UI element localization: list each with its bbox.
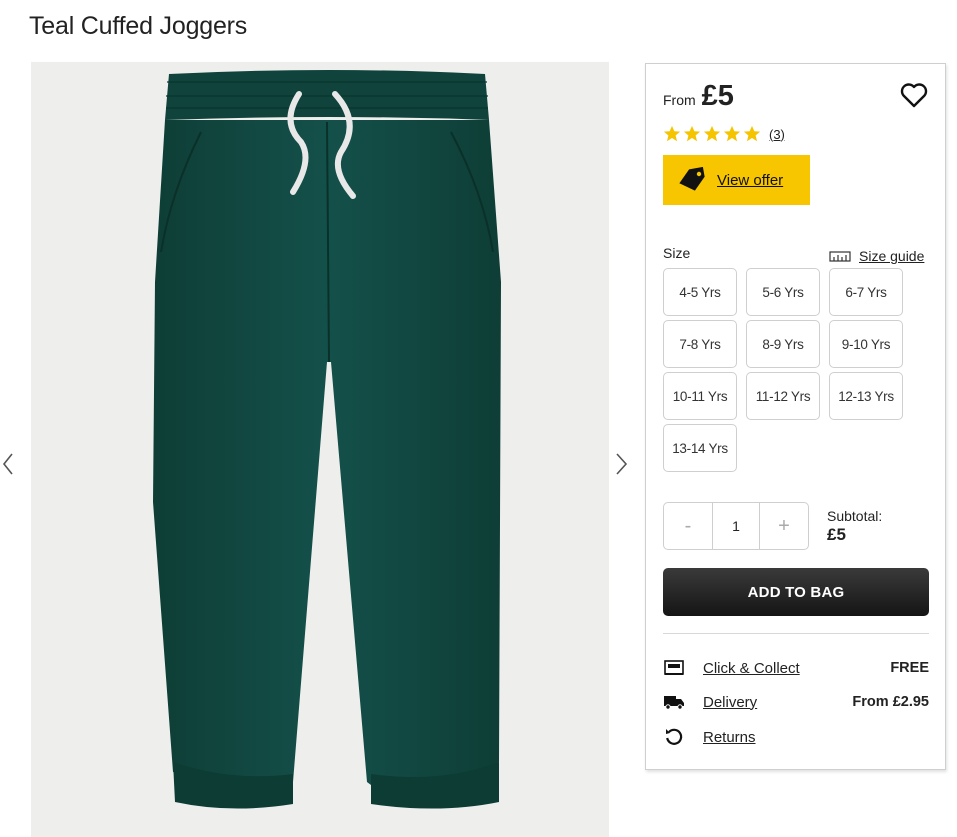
size-guide-label: Size guide: [859, 248, 925, 264]
size-label: Size: [663, 245, 691, 261]
price: £5: [701, 80, 734, 112]
joggers-photo: [153, 70, 501, 809]
returns-link[interactable]: Returns: [703, 729, 756, 746]
quantity-stepper: - 1 +: [663, 502, 809, 550]
size-guide-link[interactable]: Size guide: [829, 248, 924, 264]
subtotal-label: Subtotal:: [827, 508, 883, 524]
star-icon: [663, 125, 681, 142]
product-title: Teal Cuffed Joggers: [29, 12, 248, 40]
price-tag-icon: [679, 167, 705, 191]
click-collect-link[interactable]: Click & Collect: [703, 660, 800, 677]
subtotal-value: £5: [827, 525, 846, 544]
quantity-decrease-button[interactable]: -: [664, 503, 712, 549]
star-icon: [723, 125, 741, 142]
star-icon: [683, 125, 701, 142]
size-option-6-7[interactable]: 6-7 Yrs: [829, 268, 903, 316]
size-option-4-5[interactable]: 4-5 Yrs: [663, 268, 737, 316]
add-to-bag-button[interactable]: ADD TO BAG: [663, 568, 929, 616]
size-option-5-6[interactable]: 5-6 Yrs: [746, 268, 820, 316]
review-count-link[interactable]: (3): [769, 127, 785, 142]
quantity-value[interactable]: 1: [712, 503, 760, 549]
delivery-price: From £2.95: [852, 694, 929, 710]
click-collect-price: FREE: [890, 660, 929, 676]
delivery-link[interactable]: Delivery: [703, 694, 757, 711]
size-option-11-12[interactable]: 11-12 Yrs: [746, 372, 820, 420]
product-image[interactable]: [31, 62, 609, 837]
star-icon: [743, 125, 761, 142]
click-collect-row: Click & Collect FREE: [663, 657, 929, 679]
ruler-icon: [829, 251, 851, 262]
returns-row: Returns: [663, 726, 929, 748]
wishlist-heart-icon[interactable]: [900, 82, 928, 108]
view-offer-button[interactable]: View offer: [663, 155, 810, 205]
subtotal: Subtotal: £5: [827, 508, 882, 545]
size-option-7-8[interactable]: 7-8 Yrs: [663, 320, 737, 368]
price-from-label: From: [663, 92, 696, 108]
purchase-panel: From £5 (3) View offer Size Size guide 4…: [645, 63, 946, 770]
previous-image-arrow-icon[interactable]: [0, 450, 20, 478]
size-option-9-10[interactable]: 9-10 Yrs: [829, 320, 903, 368]
price-row: From £5: [663, 80, 734, 113]
view-offer-label: View offer: [717, 171, 784, 189]
delivery-truck-icon: [663, 693, 685, 711]
size-option-12-13[interactable]: 12-13 Yrs: [829, 372, 903, 420]
next-image-arrow-icon[interactable]: [612, 450, 632, 478]
divider: [663, 633, 929, 634]
returns-icon: [663, 728, 685, 746]
star-rating[interactable]: (3): [663, 125, 785, 143]
star-icon: [703, 125, 721, 142]
size-option-10-11[interactable]: 10-11 Yrs: [663, 372, 737, 420]
size-option-13-14[interactable]: 13-14 Yrs: [663, 424, 737, 472]
click-collect-icon: [663, 659, 685, 677]
delivery-row: Delivery From £2.95: [663, 691, 929, 713]
size-option-8-9[interactable]: 8-9 Yrs: [746, 320, 820, 368]
quantity-increase-button[interactable]: +: [760, 503, 808, 549]
